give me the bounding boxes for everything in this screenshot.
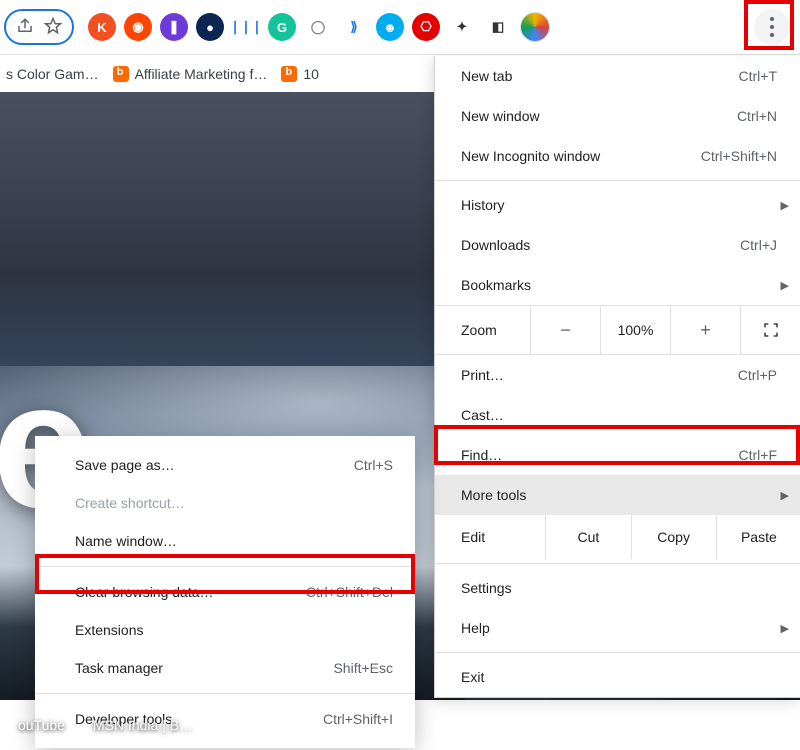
- menu-more-tools[interactable]: More tools▶: [435, 475, 800, 515]
- star-icon[interactable]: [44, 17, 62, 38]
- copy-button[interactable]: Copy: [631, 515, 716, 559]
- profile-icon[interactable]: [520, 12, 550, 42]
- bookmark-item[interactable]: Affiliate Marketing f…: [113, 66, 268, 82]
- zoom-out-button[interactable]: −: [530, 306, 600, 354]
- analytics-icon[interactable]: ❚: [160, 13, 188, 41]
- zoom-label: Zoom: [435, 322, 530, 338]
- menu-print[interactable]: Print…Ctrl+P: [435, 355, 800, 395]
- menu-new-tab[interactable]: New tabCtrl+T: [435, 56, 800, 96]
- vpn-icon[interactable]: ◯: [304, 13, 332, 41]
- ghostery-icon[interactable]: ☻: [376, 13, 404, 41]
- paste-button[interactable]: Paste: [716, 515, 800, 559]
- similarweb-icon[interactable]: ●: [196, 13, 224, 41]
- bookmark-item[interactable]: 10: [281, 66, 319, 82]
- bottom-tab-labels: ouTube MSN India | B…: [0, 700, 800, 750]
- chevron-right-icon: ▶: [781, 489, 789, 502]
- grammarly-icon[interactable]: G: [268, 13, 296, 41]
- sound-icon[interactable]: ⟫: [340, 13, 368, 41]
- browser-toolbar: K ◉ ❚ ● ❘❘❘ G ◯ ⟫ ☻ ⎔ ✦ ◧: [0, 0, 800, 55]
- menu-exit[interactable]: Exit: [435, 657, 800, 697]
- menu-new-window[interactable]: New windowCtrl+N: [435, 96, 800, 136]
- submenu-create-shortcut[interactable]: Create shortcut…: [35, 484, 415, 522]
- highlight-kebab: [744, 0, 794, 50]
- zoom-in-button[interactable]: +: [670, 306, 740, 354]
- chrome-main-menu: New tabCtrl+T New windowCtrl+N New Incog…: [434, 56, 800, 698]
- menu-downloads[interactable]: DownloadsCtrl+J: [435, 225, 800, 265]
- bookmark-item[interactable]: s Color Gam…: [6, 66, 99, 82]
- url-bar[interactable]: [4, 9, 74, 45]
- submenu-save-page[interactable]: Save page as…Ctrl+S: [35, 446, 415, 484]
- bars-icon[interactable]: ❘❘❘: [232, 13, 260, 41]
- chevron-right-icon: ▶: [781, 622, 789, 635]
- menu-edit-row: Edit Cut Copy Paste: [435, 515, 800, 559]
- k-icon[interactable]: K: [88, 13, 116, 41]
- favicon-icon: [281, 66, 297, 82]
- menu-bookmarks[interactable]: Bookmarks▶: [435, 265, 800, 305]
- share-icon[interactable]: [16, 17, 34, 38]
- fullscreen-button[interactable]: [740, 306, 800, 354]
- menu-settings[interactable]: Settings: [435, 568, 800, 608]
- menu-history[interactable]: History▶: [435, 185, 800, 225]
- watermark: wsken.com: [730, 716, 790, 728]
- edit-label: Edit: [435, 529, 545, 545]
- chevron-right-icon: ▶: [781, 199, 789, 212]
- menu-help[interactable]: Help▶: [435, 608, 800, 648]
- tab-label[interactable]: ouTube: [18, 717, 65, 733]
- extensions-icon[interactable]: ✦: [448, 13, 476, 41]
- highlight-clear-data: [35, 554, 415, 594]
- chevron-right-icon: ▶: [781, 279, 789, 292]
- highlight-more-tools: [434, 425, 800, 465]
- zoom-percent: 100%: [600, 306, 670, 354]
- cut-button[interactable]: Cut: [545, 515, 630, 559]
- submenu-task-manager[interactable]: Task managerShift+Esc: [35, 649, 415, 687]
- menu-zoom-row: Zoom − 100% +: [435, 305, 800, 355]
- sidepanel-icon[interactable]: ◧: [484, 13, 512, 41]
- menu-incognito[interactable]: New Incognito windowCtrl+Shift+N: [435, 136, 800, 176]
- tab-label[interactable]: MSN India | B…: [93, 717, 193, 733]
- reddit-icon[interactable]: ◉: [124, 13, 152, 41]
- submenu-extensions[interactable]: Extensions: [35, 611, 415, 649]
- favicon-icon: [113, 66, 129, 82]
- ublock-icon[interactable]: ⎔: [412, 13, 440, 41]
